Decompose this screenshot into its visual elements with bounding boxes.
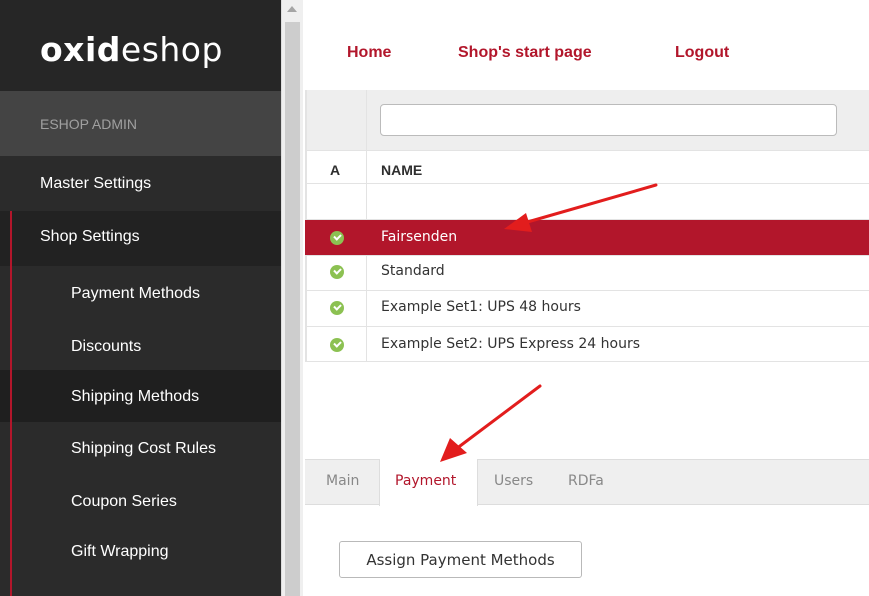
annotation-arrows bbox=[440, 183, 658, 462]
arrow-to-fairsenden bbox=[504, 183, 658, 232]
arrow-to-payment-tab bbox=[440, 384, 542, 462]
